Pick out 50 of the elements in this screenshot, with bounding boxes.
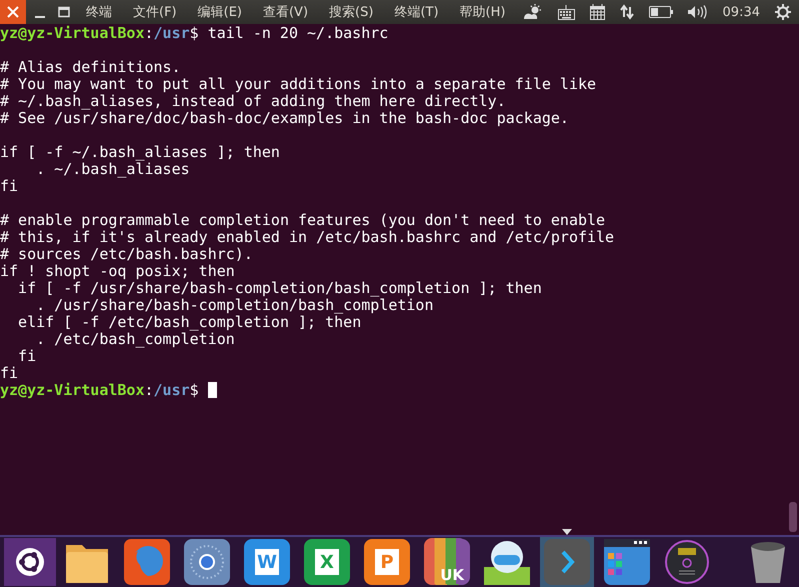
output-line: # sources /etc/bash.bashrc).: [0, 245, 253, 263]
document-icon[interactable]: W: [244, 539, 290, 585]
prompt-symbol: $: [190, 381, 199, 399]
output-line: fi: [0, 177, 18, 195]
keyboard-icon[interactable]: [558, 4, 575, 20]
app-grid-icon[interactable]: [604, 539, 650, 585]
maximize-icon: [58, 6, 70, 18]
menu-item[interactable]: 查看(V): [262, 3, 308, 21]
scrollbar-thumb[interactable]: [789, 502, 797, 532]
app-title: 终端: [86, 4, 112, 21]
close-button[interactable]: [0, 0, 26, 24]
output-line: fi: [17, 347, 36, 365]
output-line: # Alias definitions.: [0, 58, 181, 76]
menu-item[interactable]: 文件(F): [133, 3, 177, 21]
menu-item[interactable]: 搜索(S): [329, 3, 374, 21]
output-line: elif [ -f /etc/bash_completion ]; then: [17, 313, 362, 331]
prompt-user-host: yz@yz-VirtualBox: [0, 381, 144, 399]
output-line: . /usr/share/bash-completion/bash_completion: [35, 296, 434, 314]
prompt-separator: :: [144, 381, 154, 399]
prompt-user-host: yz@yz-VirtualBox: [0, 24, 144, 42]
output-line: # this, if it's already enabled in /etc/bash.bashrc and /etc/profile: [0, 228, 614, 246]
battery-icon[interactable]: [648, 6, 673, 18]
close-icon: [7, 6, 19, 18]
output-line: # ~/.bash_aliases, instead of adding them here directly.: [0, 92, 506, 110]
prompt-path: /usr: [154, 381, 190, 399]
gear-icon[interactable]: [775, 4, 791, 20]
output-line: if [ -f /usr/share/bash-completion/bash_completion ]; then: [17, 279, 542, 297]
network-arrows-icon[interactable]: [620, 4, 634, 20]
weather-icon[interactable]: [522, 4, 543, 20]
output-line: # enable programmable completion features (you don't need to enable: [0, 211, 606, 229]
output-line: fi: [0, 364, 18, 382]
browser-icon[interactable]: [184, 539, 230, 585]
menu-item[interactable]: 帮助(H): [460, 3, 506, 21]
output-line: if ! shopt -oq posix; then: [0, 262, 235, 280]
disc-icon[interactable]: [664, 539, 710, 585]
output-line: # See /usr/share/doc/bash-doc/examples in the bash-doc package.: [0, 109, 569, 127]
minimize-icon: [35, 16, 45, 18]
prompt-symbol: $: [190, 24, 199, 42]
volume-icon[interactable]: [688, 5, 708, 19]
output-line: . ~/.bash_aliases: [35, 160, 190, 178]
menu-item[interactable]: 终端(T): [394, 3, 439, 21]
output-line: # You may want to put all your additions into a separate file like: [0, 75, 596, 93]
output-line: if [ -f ~/.bash_aliases ]; then: [0, 143, 280, 161]
prompt-path: /usr: [154, 24, 190, 42]
menu-item[interactable]: 编辑(E): [198, 3, 242, 21]
clock[interactable]: 09:34: [722, 4, 760, 20]
calendar-icon[interactable]: [590, 4, 605, 20]
output-line: . /etc/bash_completion: [36, 330, 235, 348]
command-text: tail -n 20 ~/.bashrc: [208, 24, 388, 42]
prompt-separator: :: [144, 24, 154, 42]
